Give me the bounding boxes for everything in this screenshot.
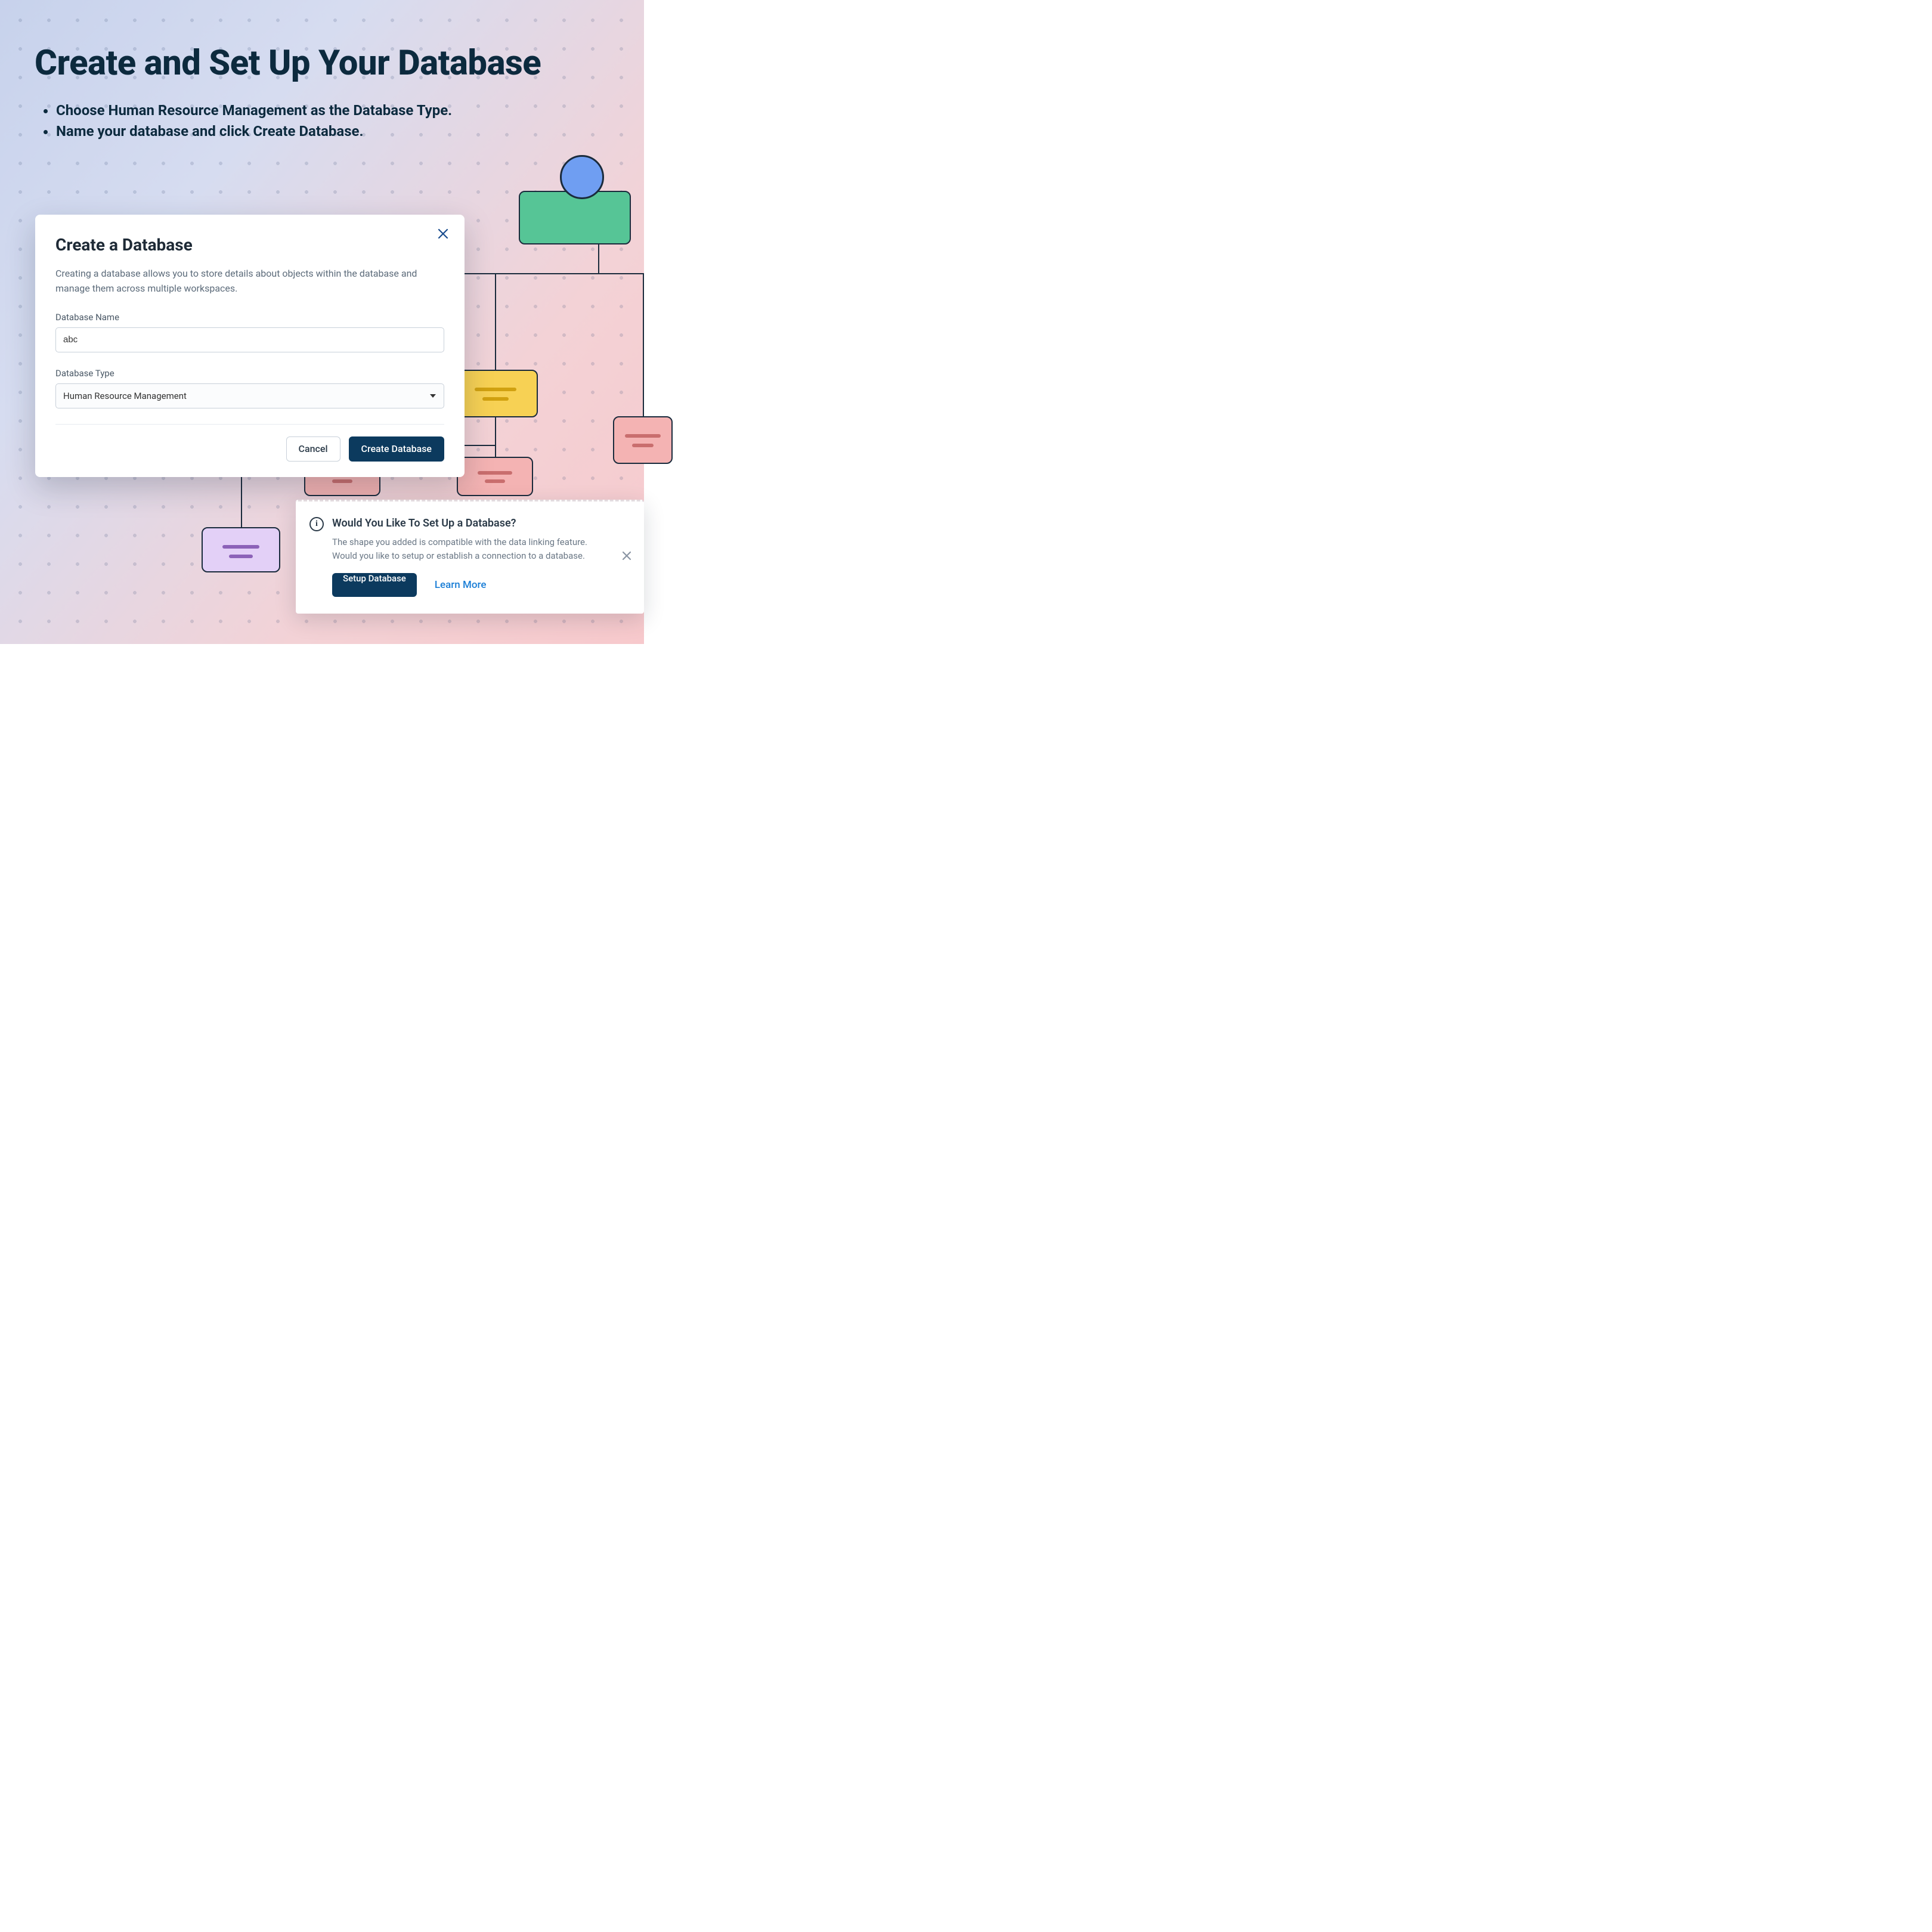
orgchart-connector [643, 273, 644, 416]
database-name-label: Database Name [55, 312, 444, 323]
orgchart-connector [495, 417, 496, 445]
database-type-select[interactable]: Human Resource Management [55, 383, 444, 408]
orgchart-connector [598, 244, 599, 273]
orgchart-node [202, 527, 280, 572]
database-name-input[interactable] [55, 327, 444, 352]
setup-database-toast: i Would You Like To Set Up a Database? T… [296, 500, 644, 614]
learn-more-link[interactable]: Learn More [435, 579, 487, 591]
modal-title: Create a Database [55, 235, 444, 255]
database-type-value: Human Resource Management [63, 391, 187, 401]
database-type-label: Database Type [55, 368, 444, 379]
create-database-modal: Create a Database Creating a database al… [35, 215, 465, 477]
chevron-down-icon [430, 394, 436, 398]
create-database-button[interactable]: Create Database [349, 436, 444, 462]
toast-body: The shape you added is compatible with t… [332, 535, 614, 562]
orgchart-connector [495, 273, 496, 370]
setup-database-button[interactable]: Setup Database [332, 573, 417, 597]
close-button[interactable] [435, 225, 451, 242]
close-icon [621, 550, 632, 561]
instruction-bullet: Name your database and click Create Data… [56, 121, 620, 142]
orgchart-node-root [519, 191, 631, 244]
cancel-button[interactable]: Cancel [286, 436, 340, 462]
divider [55, 424, 444, 425]
modal-description: Creating a database allows you to store … [55, 267, 444, 296]
orgchart-node [457, 457, 533, 496]
page-title: Create and Set Up Your Database [35, 43, 620, 83]
orgchart-connector [495, 445, 496, 457]
toast-title: Would You Like To Set Up a Database? [332, 517, 614, 530]
info-icon: i [309, 517, 324, 531]
instruction-bullet: Choose Human Resource Management as the … [56, 100, 620, 121]
orgchart-node [453, 370, 538, 417]
close-icon [438, 228, 448, 239]
orgchart-avatar-circle [560, 155, 604, 199]
orgchart-node [613, 416, 673, 464]
dismiss-toast-button[interactable] [620, 549, 633, 562]
